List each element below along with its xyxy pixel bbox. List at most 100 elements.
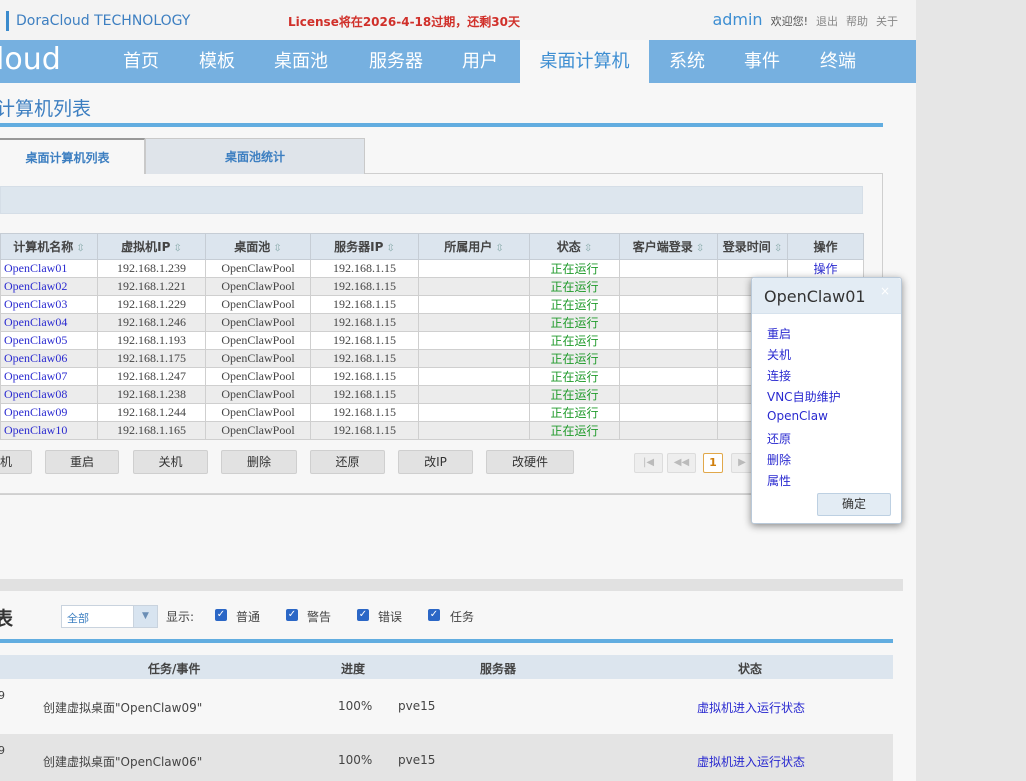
vm-client-login: [619, 331, 718, 350]
nav-home[interactable]: 首页: [110, 40, 172, 83]
event-list-title: 表: [0, 608, 14, 630]
nav-events[interactable]: 事件: [734, 40, 790, 83]
table-row[interactable]: OpenClaw09 192.168.1.244 OpenClawPool 192.1…: [0, 403, 864, 422]
vm-name-link[interactable]: OpenClaw01: [0, 259, 98, 278]
vm-name-link[interactable]: OpenClaw06: [0, 349, 98, 368]
popup-item-restore[interactable]: 还原: [767, 430, 791, 447]
vm-status: 正在运行: [529, 259, 620, 278]
popup-item-restart[interactable]: 重启: [767, 325, 791, 342]
vm-operation-link[interactable]: 操作: [787, 259, 864, 278]
table-row[interactable]: OpenClaw07 192.168.1.247 OpenClawPool 192.1…: [0, 367, 864, 386]
vm-ip: 192.168.1.193: [97, 331, 206, 350]
event-status-link[interactable]: 虚拟机进入运行状态: [697, 699, 805, 716]
vm-login-time: [717, 259, 788, 278]
change-ip-button[interactable]: 改IP: [398, 450, 473, 474]
change-hardware-button[interactable]: 改硬件: [486, 450, 574, 474]
checkbox-task[interactable]: ✓: [428, 609, 440, 621]
pager-first-button[interactable]: |◀: [634, 453, 663, 473]
vm-ip: 192.168.1.239: [97, 259, 206, 278]
vm-name-link[interactable]: OpenClaw10: [0, 421, 98, 440]
table-row[interactable]: OpenClaw01 192.168.1.239 OpenClawPool 192.1…: [0, 259, 864, 278]
nav-templates[interactable]: 模板: [186, 40, 248, 83]
vm-server-ip: 192.168.1.15: [310, 295, 419, 314]
event-filter-value: 全部: [67, 612, 89, 625]
vm-ip: 192.168.1.247: [97, 367, 206, 386]
table-row[interactable]: OpenClaw05 192.168.1.193 OpenClawPool 192.1…: [0, 331, 864, 350]
col-header-pool[interactable]: 桌面池 ⇳: [205, 233, 311, 260]
checkbox-normal[interactable]: ✓: [215, 609, 227, 621]
pager-current-page[interactable]: 1: [703, 453, 723, 473]
close-icon[interactable]: ×: [878, 284, 892, 298]
vm-name-link[interactable]: OpenClaw08: [0, 385, 98, 404]
tab-desktop-pool-stats[interactable]: 桌面池统计: [145, 138, 365, 174]
show-label: 显示:: [166, 610, 195, 624]
col-header-client-login[interactable]: 客户端登录 ⇳: [619, 233, 718, 260]
table-row[interactable]: OpenClaw08 192.168.1.238 OpenClawPool 192.1…: [0, 385, 864, 404]
event-status-link[interactable]: 虚拟机进入运行状态: [697, 753, 805, 770]
checkbox-warning[interactable]: ✓: [286, 609, 298, 621]
chevron-down-icon[interactable]: ▼: [133, 606, 157, 627]
vm-name-link[interactable]: OpenClaw07: [0, 367, 98, 386]
nav-desktop-pools[interactable]: 桌面池: [264, 40, 338, 83]
event-col-task: 任务/事件: [148, 662, 201, 676]
shutdown-button[interactable]: 关机: [133, 450, 208, 474]
popup-item-delete[interactable]: 删除: [767, 451, 791, 468]
popup-item-connect[interactable]: 连接: [767, 367, 791, 384]
vm-name-link[interactable]: OpenClaw02: [0, 277, 98, 296]
nav-desktop-computers[interactable]: 桌面计算机: [520, 40, 649, 83]
vm-name-link[interactable]: OpenClaw05: [0, 331, 98, 350]
vm-pool: OpenClawPool: [205, 349, 311, 368]
logout-link[interactable]: 退出: [816, 13, 838, 29]
vm-server-ip: 192.168.1.15: [310, 259, 419, 278]
col-header-login-time[interactable]: 登录时间 ⇳: [717, 233, 788, 260]
col-header-status[interactable]: 状态 ⇳: [529, 233, 620, 260]
delete-button[interactable]: 删除: [221, 450, 297, 474]
vm-status: 正在运行: [529, 367, 620, 386]
vm-status: 正在运行: [529, 277, 620, 296]
logo: loud: [0, 42, 61, 77]
start-button[interactable]: 机: [0, 450, 32, 474]
nav-terminals[interactable]: 终端: [810, 40, 866, 83]
col-header-name[interactable]: 计算机名称 ⇳: [0, 233, 98, 260]
vm-name-link[interactable]: OpenClaw09: [0, 403, 98, 422]
table-row[interactable]: OpenClaw10 192.168.1.165 OpenClawPool 192.1…: [0, 421, 864, 440]
top-bar: DoraCloud TECHNOLOGY License将在2026-4-18过…: [0, 0, 916, 40]
table-row[interactable]: OpenClaw06 192.168.1.175 OpenClawPool 192.1…: [0, 349, 864, 368]
event-filter-select[interactable]: 全部 ▼: [61, 605, 158, 628]
popup-item-openclaw[interactable]: OpenClaw: [767, 409, 828, 423]
vm-user: [418, 277, 530, 296]
vm-status: 正在运行: [529, 349, 620, 368]
table-row[interactable]: OpenClaw04 192.168.1.246 OpenClawPool 192.1…: [0, 313, 864, 332]
user-name[interactable]: admin: [712, 10, 762, 29]
table-row[interactable]: OpenClaw03 192.168.1.229 OpenClawPool 192.1…: [0, 295, 864, 314]
checkbox-error[interactable]: ✓: [357, 609, 369, 621]
tab-desktop-computer-list[interactable]: 桌面计算机列表: [0, 138, 145, 174]
popup-header: OpenClaw01 ×: [752, 278, 901, 314]
brand-name: DoraCloud TECHNOLOGY: [16, 13, 191, 29]
col-header-vm-ip[interactable]: 虚拟机IP ⇳: [97, 233, 206, 260]
nav-system[interactable]: 系统: [658, 40, 716, 83]
table-row[interactable]: OpenClaw02 192.168.1.221 OpenClawPool 192.1…: [0, 277, 864, 296]
vm-name-link[interactable]: OpenClaw04: [0, 313, 98, 332]
pager-next-button[interactable]: ▶: [731, 453, 753, 473]
vm-table: 计算机名称 ⇳ 虚拟机IP ⇳ 桌面池 ⇳ 服务器IP ⇳ 所属用户 ⇳ 状态 ⇳ 客户端登…: [0, 233, 864, 440]
pager-prev-button[interactable]: ◀◀: [667, 453, 696, 473]
about-link[interactable]: 关于: [876, 13, 898, 29]
help-link[interactable]: 帮助: [846, 13, 868, 29]
col-header-user[interactable]: 所属用户 ⇳: [418, 233, 530, 260]
col-header-server-ip[interactable]: 服务器IP ⇳: [310, 233, 419, 260]
vm-pool: OpenClawPool: [205, 277, 311, 296]
restore-button[interactable]: 还原: [310, 450, 385, 474]
restart-button[interactable]: 重启: [45, 450, 119, 474]
nav-servers[interactable]: 服务器: [358, 40, 434, 83]
vm-server-ip: 192.168.1.15: [310, 313, 419, 332]
popup-item-shutdown[interactable]: 关机: [767, 346, 791, 363]
vm-name-link[interactable]: OpenClaw03: [0, 295, 98, 314]
popup-ok-button[interactable]: 确定: [817, 493, 891, 516]
vm-ip: 192.168.1.246: [97, 313, 206, 332]
popup-item-vnc-maintenance[interactable]: VNC自助维护: [767, 388, 841, 405]
sort-icon: ⇳: [386, 243, 395, 254]
popup-item-properties[interactable]: 属性: [767, 472, 791, 489]
nav-users[interactable]: 用户: [452, 40, 508, 83]
vm-user: [418, 331, 530, 350]
